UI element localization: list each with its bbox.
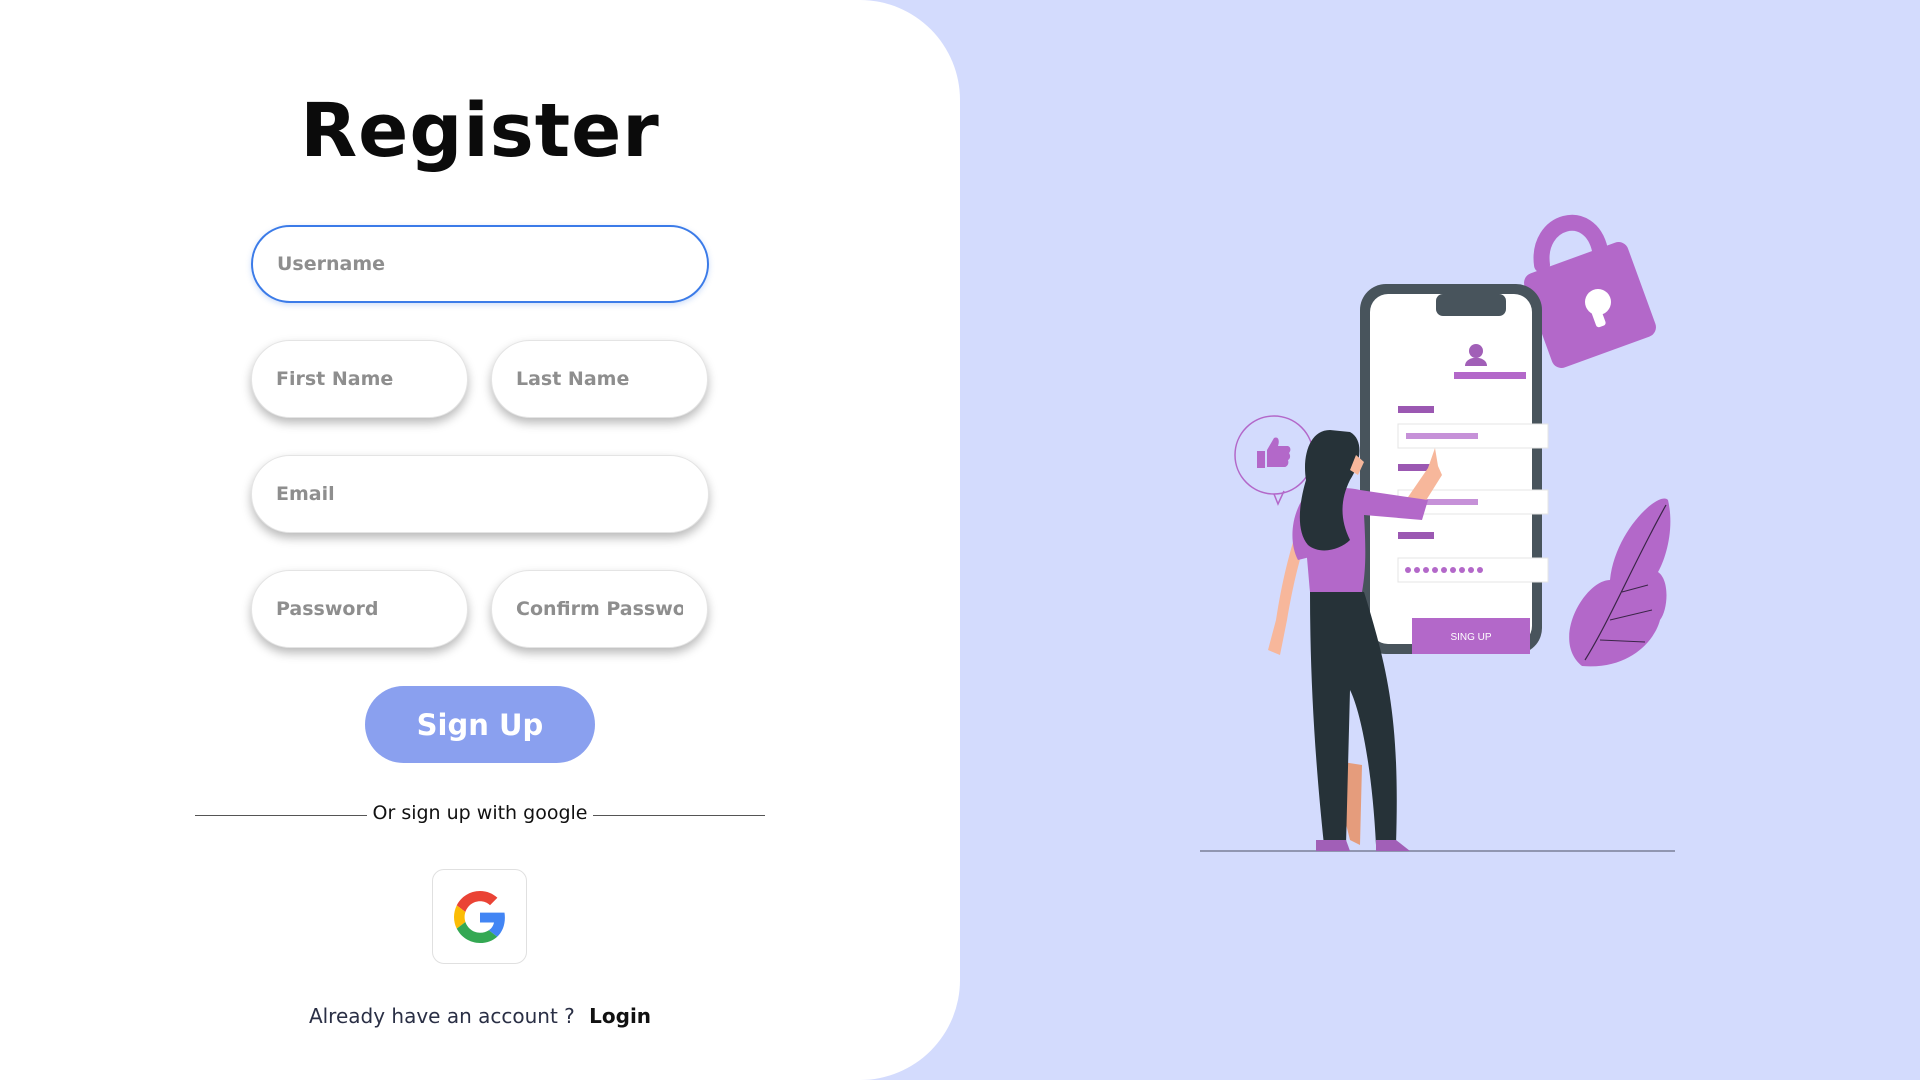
confirm-password-input[interactable] xyxy=(491,570,708,648)
login-link[interactable]: Login xyxy=(589,1004,651,1028)
divider-line-right xyxy=(593,815,765,816)
register-panel: Register Sign Up Or sign up with google … xyxy=(0,0,960,1080)
page-title: Register xyxy=(300,88,660,174)
first-name-input[interactable] xyxy=(251,340,468,418)
thumbs-up-icon xyxy=(1234,415,1314,506)
username-input[interactable] xyxy=(251,225,709,303)
signup-illustration: SING UP xyxy=(1200,214,1675,852)
google-logo-icon xyxy=(453,890,505,943)
signup-button[interactable]: Sign Up xyxy=(365,686,595,763)
phone-signup-label: SING UP xyxy=(1450,632,1491,643)
phone-mockup: SING UP xyxy=(1360,284,1549,654)
last-name-input[interactable] xyxy=(491,340,708,418)
login-prompt: Already have an account ? Login xyxy=(0,1004,960,1028)
register-page: Register Sign Up Or sign up with google … xyxy=(0,0,1920,1080)
password-input[interactable] xyxy=(251,570,468,648)
divider-text: Or sign up with google xyxy=(372,802,588,824)
account-question: Already have an account ? xyxy=(308,1004,575,1028)
email-input[interactable] xyxy=(251,455,709,533)
google-signup-button[interactable] xyxy=(432,869,527,964)
leaf-plant-icon xyxy=(1569,498,1671,667)
divider-line-left xyxy=(195,815,367,816)
